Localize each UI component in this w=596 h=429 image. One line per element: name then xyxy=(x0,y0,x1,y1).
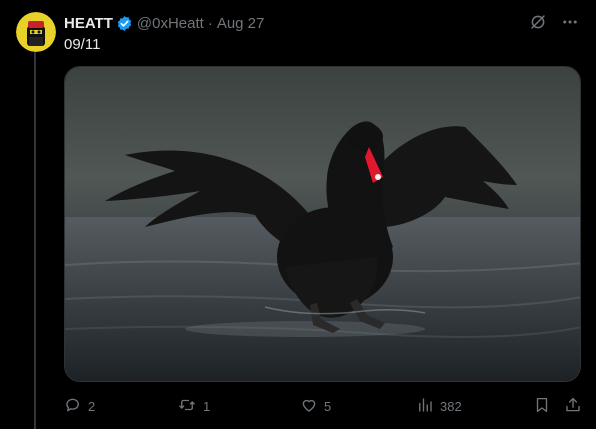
bookmark-icon xyxy=(533,396,551,417)
thread-line xyxy=(34,52,36,429)
avatar[interactable] xyxy=(16,12,56,52)
tweet-header: HEATT @0xHeatt · Aug 27 xyxy=(64,13,264,33)
reply-icon xyxy=(64,396,82,417)
retweet-icon xyxy=(177,396,197,417)
tweet-date[interactable]: Aug 27 xyxy=(217,15,265,32)
share-button[interactable] xyxy=(564,396,582,416)
grok-icon[interactable] xyxy=(528,12,548,32)
views-button[interactable]: 382 xyxy=(416,396,462,416)
retweet-button[interactable]: 1 xyxy=(177,396,210,416)
tweet-image[interactable] xyxy=(64,66,581,382)
tweet-actions: 2 1 5 382 xyxy=(64,396,584,416)
separator-dot: · xyxy=(207,14,213,32)
more-icon[interactable] xyxy=(560,12,580,32)
like-count: 5 xyxy=(324,398,332,414)
share-icon xyxy=(564,396,582,417)
bookmark-button[interactable] xyxy=(533,396,551,416)
author-name[interactable]: HEATT xyxy=(64,15,113,32)
retweet-count: 1 xyxy=(203,398,211,414)
top-actions xyxy=(528,12,580,32)
reply-button[interactable]: 2 xyxy=(64,396,95,416)
views-count: 382 xyxy=(440,398,462,414)
like-icon xyxy=(300,396,318,417)
reply-count: 2 xyxy=(88,398,96,414)
views-icon xyxy=(416,396,434,417)
like-button[interactable]: 5 xyxy=(300,396,331,416)
author-handle[interactable]: @0xHeatt xyxy=(137,15,204,32)
tweet-text: 09/11 xyxy=(64,36,101,53)
verified-badge-icon xyxy=(116,15,133,32)
